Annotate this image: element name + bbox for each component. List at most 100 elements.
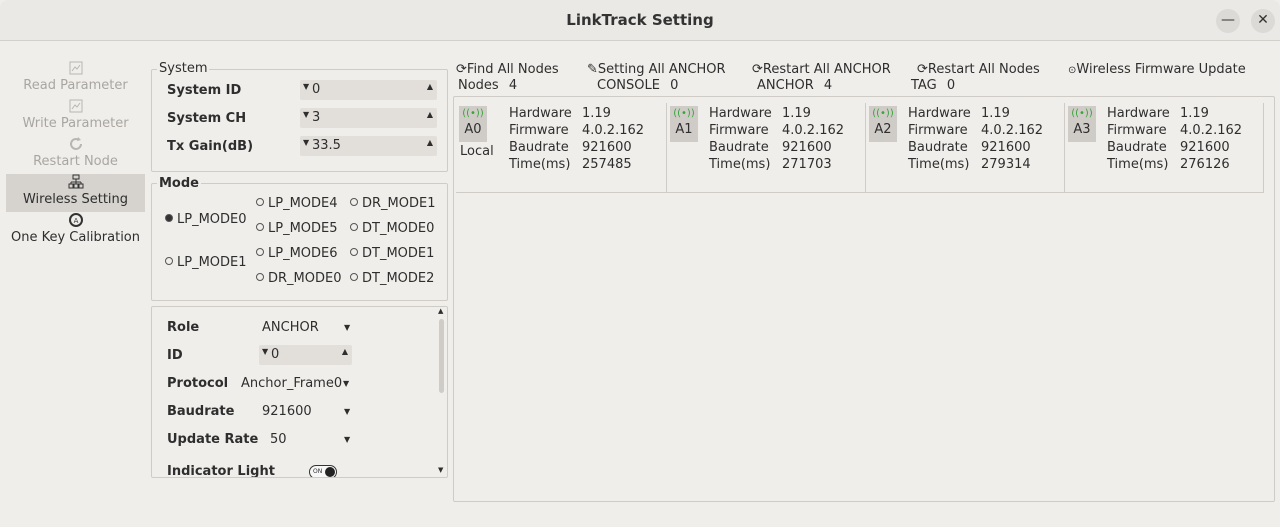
baudrate-label: Baudrate — [1107, 140, 1167, 155]
system-id-spinbox[interactable]: ▼ 0 ▲ — [300, 80, 437, 100]
radio-label: DR_MODE0 — [268, 271, 342, 286]
node-card-a3[interactable]: ((•)) A3 Hardware Firmware Baudrate Time… — [1065, 103, 1264, 193]
radio-lp-mode5[interactable]: LP_MODE5 — [256, 221, 338, 236]
spin-down-icon[interactable]: ▼ — [303, 138, 309, 147]
refresh-icon: ⟳ — [456, 62, 467, 77]
radio-lp-mode0[interactable]: LP_MODE0 — [165, 212, 247, 227]
radio-dt-mode1[interactable]: DT_MODE1 — [350, 246, 434, 261]
hardware-label: Hardware — [1107, 106, 1170, 121]
update-rate-label: Update Rate — [167, 432, 259, 447]
tx-gain-spinbox[interactable]: ▼ 33.5 ▲ — [300, 136, 437, 156]
sidebar-item-write-parameter[interactable]: Write Parameter — [6, 98, 145, 136]
spin-down-icon[interactable]: ▼ — [262, 347, 268, 356]
restart-all-nodes-label: Restart All Nodes — [927, 62, 1040, 77]
role-label: Role — [167, 320, 200, 335]
close-icon: ✕ — [1257, 12, 1269, 28]
indicator-light-label: Indicator Light — [167, 464, 275, 478]
radio-label: DT_MODE2 — [362, 271, 435, 286]
radio-dt-mode0[interactable]: DT_MODE0 — [350, 221, 434, 236]
radio-lp-mode6[interactable]: LP_MODE6 — [256, 246, 338, 261]
read-parameter-icon — [6, 60, 145, 78]
baudrate-value: 921600 — [582, 140, 632, 155]
radio-lp-mode1[interactable]: LP_MODE1 — [165, 255, 247, 270]
sidebar-item-one-key-calibration[interactable]: A One Key Calibration — [6, 212, 145, 250]
baudrate-label: Baudrate — [509, 140, 569, 155]
node-local-label: Local — [460, 144, 494, 159]
radio-dr-mode1[interactable]: DR_MODE1 — [350, 196, 436, 211]
update-rate-value: 50 — [270, 432, 287, 447]
spin-up-icon[interactable]: ▲ — [427, 138, 433, 147]
node-badge: ((•)) A2 — [869, 106, 897, 142]
minimize-icon: — — [1221, 12, 1235, 28]
radio-dt-mode2[interactable]: DT_MODE2 — [350, 271, 434, 286]
indicator-light-toggle[interactable]: ON — [309, 465, 337, 477]
firmware-label: Firmware — [709, 123, 769, 138]
id-value: 0 — [271, 347, 280, 362]
setting-all-anchor-button[interactable]: ✎Setting All ANCHOR CONSOLE 0 — [587, 62, 726, 94]
hardware-label: Hardware — [509, 106, 572, 121]
node-badge: ((•)) A0 — [459, 106, 487, 142]
sidebar-item-restart-node[interactable]: Restart Node — [6, 136, 145, 174]
spin-down-icon[interactable]: ▼ — [303, 110, 309, 119]
scroll-up-icon[interactable]: ▲ — [438, 307, 443, 315]
time-label: Time(ms) — [509, 157, 571, 172]
system-ch-spinbox[interactable]: ▼ 3 ▲ — [300, 108, 437, 128]
sidebar-item-read-parameter[interactable]: Read Parameter — [6, 60, 145, 98]
id-label: ID — [167, 348, 183, 363]
sidebar: Read Parameter Write Parameter Restart N… — [6, 60, 145, 250]
node-id: A1 — [675, 122, 693, 137]
firmware-value: 4.0.2.162 — [782, 123, 845, 138]
system-ch-value: 3 — [312, 110, 321, 125]
scrollbar-thumb[interactable] — [439, 319, 444, 393]
node-id: A3 — [1073, 122, 1091, 137]
node-badge: ((•)) A3 — [1068, 106, 1096, 142]
node-settings-scrollbar[interactable]: ▲ ▼ — [437, 307, 446, 475]
role-combobox[interactable]: ANCHOR ▼ — [262, 320, 352, 335]
minimize-button[interactable]: — — [1216, 9, 1240, 33]
radio-lp-mode4[interactable]: LP_MODE4 — [256, 196, 338, 211]
node-card-a2[interactable]: ((•)) A2 Hardware Firmware Baudrate Time… — [866, 103, 1065, 193]
scroll-down-icon[interactable]: ▼ — [438, 466, 443, 474]
radio-dr-mode0[interactable]: DR_MODE0 — [256, 271, 342, 286]
id-spinbox[interactable]: ▼ 0 ▲ — [259, 345, 352, 365]
baudrate-combobox[interactable]: 921600 ▼ — [262, 404, 352, 419]
anchor-count-label: ANCHOR — [757, 78, 814, 93]
refresh-icon: ⟳ — [917, 62, 928, 77]
nodes-count-label: Nodes — [458, 78, 499, 93]
find-all-nodes-label: Find All Nodes — [466, 62, 559, 77]
protocol-combobox[interactable]: Anchor_Frame0 ▼ — [241, 376, 352, 391]
radio-label: DR_MODE1 — [362, 196, 436, 211]
sidebar-item-label: Restart Node — [33, 154, 118, 169]
hardware-value: 1.19 — [582, 106, 611, 121]
hardware-label: Hardware — [908, 106, 971, 121]
refresh-icon: ⟳ — [752, 62, 763, 77]
sidebar-item-label: Wireless Setting — [22, 192, 129, 207]
baudrate-label: Baudrate — [167, 404, 235, 419]
spin-up-icon[interactable]: ▲ — [342, 347, 348, 356]
node-card-a0[interactable]: ((•)) A0 Local Hardware Firmware Baudrat… — [456, 103, 667, 193]
wireless-firmware-update-button[interactable]: ⊙Wireless Firmware Update — [1068, 62, 1246, 79]
close-button[interactable]: ✕ — [1251, 9, 1275, 33]
tag-count-value: 0 — [946, 78, 956, 93]
spin-down-icon[interactable]: ▼ — [303, 82, 309, 91]
baudrate-label: Baudrate — [908, 140, 968, 155]
tx-gain-label: Tx Gain(dB) — [167, 139, 254, 154]
radio-icon — [350, 223, 358, 231]
node-card-a1[interactable]: ((•)) A1 Hardware Firmware Baudrate Time… — [667, 103, 866, 193]
spin-up-icon[interactable]: ▲ — [427, 82, 433, 91]
time-label: Time(ms) — [709, 157, 771, 172]
dropdown-arrow-icon: ▼ — [344, 435, 351, 444]
nodes-count-value: 4 — [508, 78, 518, 93]
radio-label: LP_MODE4 — [268, 196, 338, 211]
radio-icon — [256, 273, 264, 281]
restart-all-anchor-button[interactable]: ⟳Restart All ANCHOR ANCHOR 4 — [752, 62, 891, 94]
restart-all-nodes-button[interactable]: ⟳Restart All Nodes TAG 0 — [911, 62, 1040, 94]
spin-up-icon[interactable]: ▲ — [427, 110, 433, 119]
radio-icon — [350, 273, 358, 281]
baudrate-value: 921600 — [1180, 140, 1230, 155]
sidebar-item-label: Read Parameter — [23, 78, 128, 93]
sidebar-item-wireless-setting[interactable]: Wireless Setting — [6, 174, 145, 212]
find-all-nodes-button[interactable]: ⟳Find All Nodes Nodes 4 — [456, 62, 559, 94]
time-value: 276126 — [1180, 157, 1230, 172]
update-rate-combobox[interactable]: 50 ▼ — [270, 432, 352, 447]
